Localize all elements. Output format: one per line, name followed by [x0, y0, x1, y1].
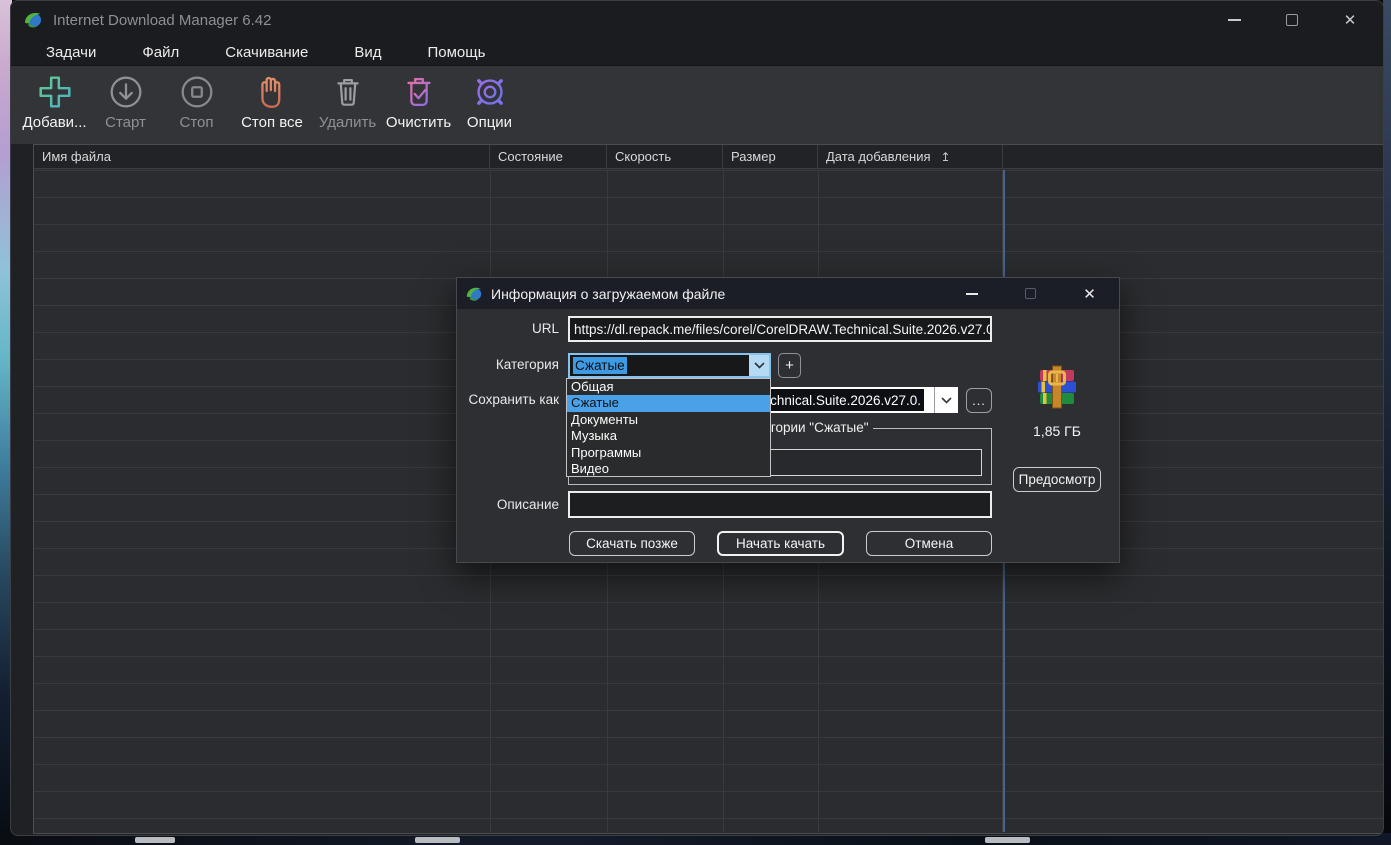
column-header-speed[interactable]: Скорость	[607, 145, 723, 168]
stop-download-button[interactable]: Стоп	[161, 71, 232, 131]
idm-logo-icon	[466, 287, 482, 301]
start-download-icon	[110, 76, 141, 108]
dialog-close-button[interactable]: ✕	[1060, 278, 1119, 309]
column-header-date-added[interactable]: Дата добавления ↥	[818, 145, 1003, 168]
toolbar-label: Очистить	[385, 114, 452, 131]
main-titlebar[interactable]: Internet Download Manager 6.42 ✕	[11, 1, 1383, 39]
maximize-button[interactable]	[1263, 1, 1321, 39]
close-icon: ✕	[1343, 12, 1357, 29]
idm-logo-icon	[25, 13, 41, 28]
options-button[interactable]: Опции	[454, 71, 525, 131]
menu-download[interactable]: Скачивание	[202, 44, 331, 61]
menu-view[interactable]: Вид	[331, 44, 404, 61]
toolbar-label: Стоп	[179, 114, 214, 131]
start-download-button[interactable]: Старт	[90, 71, 161, 131]
download-info-dialog: Информация о загружаемом файле ✕ URL htt…	[456, 277, 1120, 563]
menu-tasks[interactable]: Задачи	[23, 44, 119, 61]
add-download-icon	[38, 76, 71, 108]
dialog-window-controls: ✕	[942, 278, 1119, 309]
url-input[interactable]: https://dl.repack.me/files/corel/CorelDR…	[568, 316, 992, 342]
dialog-title: Информация о загружаемом файле	[491, 285, 726, 302]
add-download-button[interactable]: Добави...	[19, 71, 90, 131]
column-header-empty	[1003, 145, 1383, 168]
toolbar-label: Удалить	[318, 114, 377, 131]
download-later-button[interactable]: Скачать позже	[569, 531, 695, 556]
browse-button[interactable]: ...	[966, 388, 992, 413]
clear-completed-button[interactable]: Очистить	[383, 71, 454, 131]
maximize-icon	[1025, 288, 1036, 299]
options-gear-icon	[472, 74, 507, 110]
delete-trash-icon	[336, 78, 359, 106]
maximize-icon	[1286, 14, 1298, 26]
dropdown-option-documents[interactable]: Документы	[567, 412, 770, 428]
winrar-archive-icon	[1038, 365, 1076, 409]
minimize-icon	[1227, 19, 1241, 21]
description-input[interactable]	[568, 491, 992, 518]
column-header-status[interactable]: Состояние	[490, 145, 607, 168]
toolbar-label: Опции	[466, 114, 513, 131]
close-icon: ✕	[1083, 285, 1096, 303]
url-label: URL	[531, 321, 559, 336]
column-header-size[interactable]: Размер	[723, 145, 818, 168]
category-dropdown-button[interactable]	[749, 355, 769, 376]
taskbar-icon-sliver	[135, 837, 175, 843]
menubar: Задачи Файл Скачивание Вид Помощь	[11, 39, 1383, 65]
toolbar-label: Добави...	[22, 114, 87, 131]
dialog-titlebar[interactable]: Информация о загружаемом файле ✕	[457, 278, 1119, 309]
dropdown-option-compressed[interactable]: Сжатые	[567, 395, 770, 412]
downloads-table-header: Имя файла Состояние Скорость Размер Дата…	[34, 145, 1383, 169]
dialog-minimize-button[interactable]	[942, 278, 1001, 309]
dropdown-option-general[interactable]: Общая	[567, 379, 770, 395]
description-label: Описание	[496, 497, 559, 512]
chevron-down-icon	[753, 362, 765, 369]
cancel-button[interactable]: Отмена	[866, 531, 992, 556]
close-button[interactable]: ✕	[1321, 1, 1379, 39]
sort-ascending-icon: ↥	[940, 149, 951, 164]
menu-help[interactable]: Помощь	[405, 44, 509, 61]
dropdown-option-music[interactable]: Музыка	[567, 428, 770, 444]
file-size: 1,85 ГБ	[1033, 423, 1081, 439]
preview-button[interactable]: Предосмотр	[1013, 467, 1101, 492]
category-selected-text: Сжатые	[573, 357, 627, 374]
dropdown-option-video[interactable]: Видео	[567, 461, 770, 477]
taskbar-icon-sliver	[415, 837, 460, 843]
desktop-wallpaper-right	[1383, 0, 1391, 845]
clear-trash-check-icon	[406, 77, 431, 107]
add-category-button[interactable]: +	[778, 353, 801, 378]
delete-button[interactable]: Удалить	[312, 71, 383, 131]
window-controls: ✕	[1205, 1, 1379, 39]
minimize-icon	[965, 292, 978, 295]
start-download-button-dialog[interactable]: Начать качать	[717, 531, 844, 556]
stop-all-hand-icon	[261, 76, 281, 108]
menu-file[interactable]: Файл	[119, 44, 202, 61]
taskbar-icon-sliver	[985, 837, 1030, 843]
chevron-down-icon	[941, 396, 952, 404]
dropdown-option-programs[interactable]: Программы	[567, 445, 770, 461]
stop-download-icon	[181, 76, 212, 108]
window-title: Internet Download Manager 6.42	[53, 11, 272, 29]
save-as-dropdown-button[interactable]	[934, 387, 958, 413]
category-combobox[interactable]: Сжатые	[568, 353, 771, 378]
stop-all-button[interactable]: Стоп все	[232, 71, 312, 131]
category-label: Категория	[495, 357, 559, 372]
category-dropdown-list: Общая Сжатые Документы Музыка Программы …	[566, 378, 771, 477]
column-header-filename[interactable]: Имя файла	[34, 145, 490, 168]
minimize-button[interactable]	[1205, 1, 1263, 39]
toolbar-label: Стоп все	[241, 114, 303, 131]
save-as-label: Сохранить как	[468, 392, 559, 407]
toolbar-label: Старт	[105, 114, 146, 131]
dialog-maximize-button[interactable]	[1001, 278, 1060, 309]
toolbar: Добави... Старт Стоп Стоп все Удалить Оч…	[11, 65, 1383, 144]
